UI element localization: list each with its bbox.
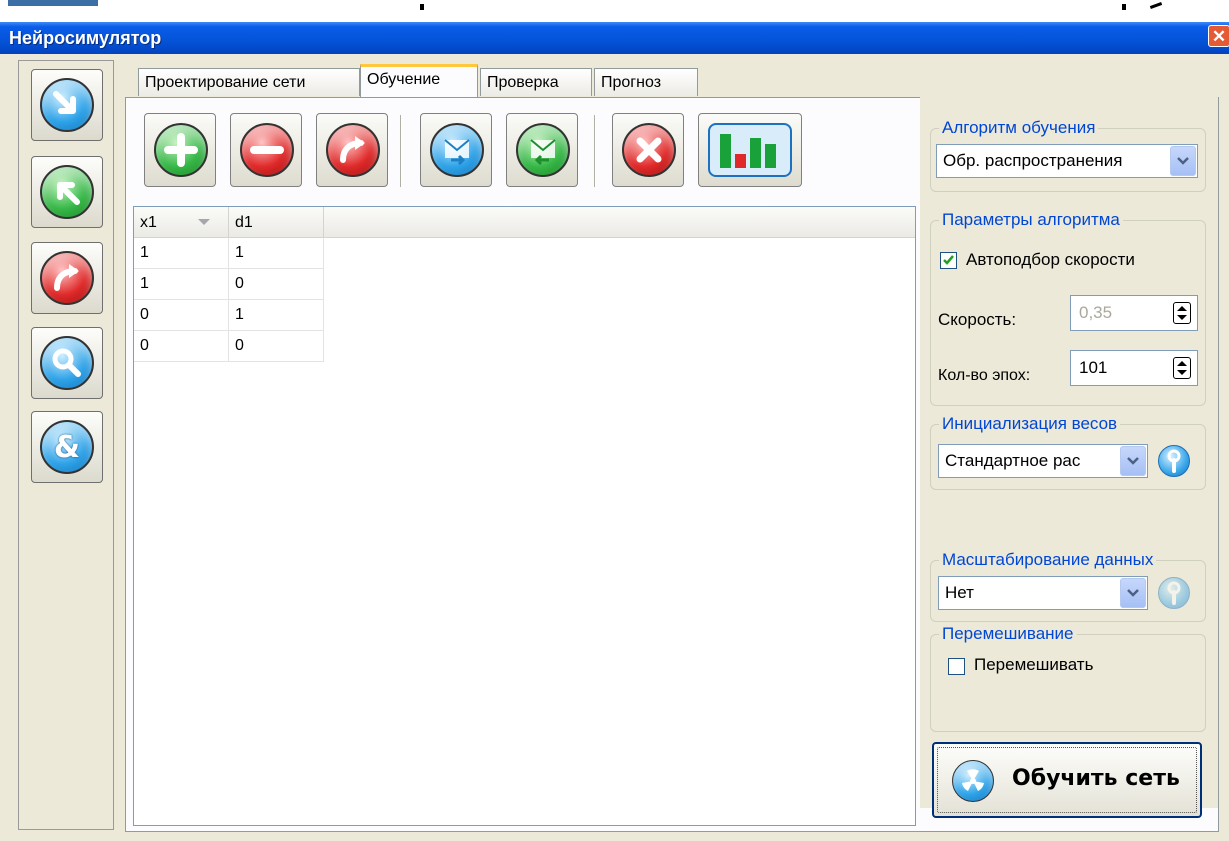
toolbar-separator <box>594 115 596 187</box>
table-row[interactable]: 0 0 <box>134 331 324 362</box>
group-legend: Алгоритм обучения <box>939 118 1099 138</box>
group-legend: Масштабирование данных <box>939 550 1157 570</box>
tab-training[interactable]: Обучение <box>360 64 478 97</box>
training-data-grid[interactable]: x1 d1 1 1 1 0 0 1 0 0 <box>133 206 916 826</box>
epochs-value: 101 <box>1079 358 1108 377</box>
tab-forecast[interactable]: Прогноз <box>594 68 698 96</box>
import-icon <box>430 123 484 177</box>
shuffle-label: Перемешивать <box>974 655 1094 674</box>
arrow-up-left-icon <box>40 165 94 219</box>
table-cell[interactable]: 1 <box>229 238 324 269</box>
table-cell[interactable]: 1 <box>134 238 229 269</box>
table-row[interactable]: 1 0 <box>134 269 324 300</box>
train-network-button[interactable]: Обучить сеть <box>932 742 1202 818</box>
train-button-label: Обучить сеть <box>1012 766 1180 791</box>
ampersand-icon: & <box>40 420 94 474</box>
group-legend: Параметры алгоритма <box>939 210 1123 230</box>
select-value: Стандартное рас <box>945 451 1081 470</box>
wrench-icon <box>1167 581 1181 605</box>
radiation-icon <box>952 760 994 802</box>
table-cell[interactable]: 1 <box>134 269 229 300</box>
add-row-button[interactable] <box>144 113 216 187</box>
shuffle-checkbox[interactable] <box>948 658 965 675</box>
redo-data-button[interactable] <box>316 113 388 187</box>
close-button[interactable]: ✕ <box>1208 25 1229 47</box>
background-title-fragment <box>8 0 98 6</box>
table-cell[interactable]: 0 <box>134 331 229 362</box>
training-algorithm-select[interactable]: Обр. распространения <box>936 144 1198 178</box>
table-cell[interactable]: 0 <box>229 269 324 300</box>
bar-chart-icon <box>708 123 792 177</box>
table-row[interactable]: 0 1 <box>134 300 324 331</box>
shuffle-group: Перемешивание <box>930 624 1206 732</box>
group-legend: Перемешивание <box>939 624 1077 644</box>
background-mark <box>1149 2 1163 9</box>
redo-icon <box>326 123 380 177</box>
group-legend: Инициализация весов <box>939 414 1121 434</box>
checkmark-icon <box>943 255 954 265</box>
combine-button[interactable]: & <box>31 411 103 483</box>
tab-network-design[interactable]: Проектирование сети <box>138 68 360 96</box>
tab-label: Обучение <box>367 71 441 88</box>
table-cell[interactable]: 0 <box>229 331 324 362</box>
speed-value: 0,35 <box>1079 303 1113 322</box>
redo-arrow-icon <box>40 251 94 305</box>
delete-icon <box>622 123 676 177</box>
left-tool-panel: & <box>18 60 114 830</box>
data-scaling-select[interactable]: Нет <box>938 576 1148 610</box>
tab-label: Прогноз <box>601 74 662 91</box>
tab-verification[interactable]: Проверка <box>480 68 592 96</box>
sort-arrow-icon <box>198 219 210 225</box>
table-cell[interactable]: 1 <box>229 300 324 331</box>
spinner-arrows-icon[interactable] <box>1173 357 1191 379</box>
ampersand-glyph: & <box>53 429 81 465</box>
export-data-button[interactable] <box>506 113 578 187</box>
remove-row-button[interactable] <box>230 113 302 187</box>
step-forward-button[interactable] <box>31 69 103 141</box>
chevron-down-icon <box>1170 146 1196 176</box>
auto-speed-label: Автоподбор скорости <box>966 250 1135 269</box>
background-mark <box>1122 4 1126 10</box>
wrench-icon <box>1167 449 1181 473</box>
window-title: Нейросимулятор <box>9 28 162 48</box>
column-header-label: x1 <box>140 214 157 231</box>
tab-label: Проектирование сети <box>145 74 306 91</box>
weights-settings-button[interactable] <box>1158 445 1190 477</box>
export-icon <box>516 123 570 177</box>
scaling-settings-button[interactable] <box>1158 577 1190 609</box>
grid-header: x1 d1 <box>134 207 915 238</box>
column-header-d1[interactable]: d1 <box>229 207 324 237</box>
import-data-button[interactable] <box>420 113 492 187</box>
chevron-down-icon <box>1120 446 1146 476</box>
arrow-down-right-icon <box>40 78 94 132</box>
auto-speed-checkbox[interactable] <box>940 252 957 269</box>
close-icon: ✕ <box>1211 27 1227 46</box>
chevron-down-icon <box>1120 578 1146 608</box>
magnifier-icon <box>40 336 94 390</box>
epochs-label: Кол-во эпох: <box>938 367 1031 384</box>
select-value: Обр. распространения <box>943 151 1123 170</box>
speed-label: Скорость: <box>938 310 1017 329</box>
step-back-button[interactable] <box>31 156 103 228</box>
column-header-label: d1 <box>235 214 253 231</box>
column-header-x1[interactable]: x1 <box>134 207 229 237</box>
redo-button[interactable] <box>31 242 103 314</box>
plus-icon <box>154 123 208 177</box>
select-value: Нет <box>945 583 974 602</box>
search-button[interactable] <box>31 327 103 399</box>
title-bar[interactable]: Нейросимулятор ✕ <box>0 22 1229 54</box>
chart-view-button[interactable] <box>698 113 802 187</box>
minus-icon <box>240 123 294 177</box>
background-window-strip <box>0 0 1229 22</box>
speed-spinner[interactable]: 0,35 <box>1070 295 1198 331</box>
epochs-spinner[interactable]: 101 <box>1070 350 1198 386</box>
spinner-arrows-icon[interactable] <box>1173 302 1191 324</box>
tab-label: Проверка <box>487 74 559 91</box>
weights-init-select[interactable]: Стандартное рас <box>938 444 1148 478</box>
table-row[interactable]: 1 1 <box>134 238 324 269</box>
toolbar-separator <box>400 115 402 187</box>
table-cell[interactable]: 0 <box>134 300 229 331</box>
background-mark <box>420 4 424 10</box>
delete-data-button[interactable] <box>612 113 684 187</box>
